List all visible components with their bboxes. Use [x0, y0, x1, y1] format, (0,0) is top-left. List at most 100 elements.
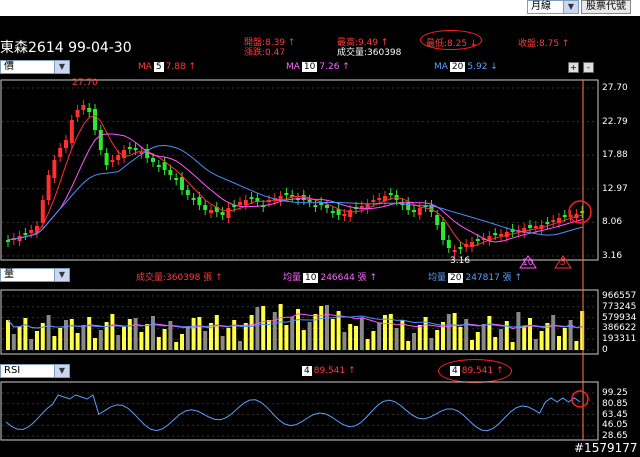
candle-body: [40, 200, 45, 223]
candle-body: [116, 155, 121, 160]
candle-body: [180, 177, 184, 190]
volume-bar: [6, 320, 10, 350]
volume-bar: [58, 328, 63, 350]
volume-axis-tick: 966557: [602, 291, 637, 301]
candle-body: [75, 110, 80, 117]
volume-bar: [52, 336, 57, 350]
price-axis-tick: 17.88: [602, 150, 628, 161]
volume-bar: [29, 339, 34, 350]
candle-body: [435, 215, 440, 225]
volume-bar: [470, 340, 474, 350]
volume-bar: [493, 337, 498, 350]
volume-bar: [214, 315, 219, 350]
candle-body: [46, 175, 51, 200]
volume-bar: [516, 312, 521, 350]
candle-body: [168, 170, 173, 175]
volume-bar: [93, 338, 97, 350]
volume-bar: [75, 333, 80, 350]
volume-bar: [203, 331, 208, 350]
volume-bar: [46, 315, 51, 350]
volume-bar: [162, 329, 167, 350]
volume-bar: [377, 323, 382, 350]
volume-bar: [255, 307, 260, 350]
candle-body: [226, 208, 231, 218]
volume-bar: [551, 315, 556, 350]
candlesticks: [6, 100, 585, 257]
rsi-axis-tick: 28.65: [602, 431, 628, 441]
candle-body: [284, 193, 289, 195]
volume-bar: [458, 327, 463, 350]
volume-bar: [151, 316, 155, 350]
volume-axis-tick: 773245: [602, 301, 637, 312]
candle-body: [458, 247, 463, 249]
volume-bar: [238, 341, 242, 350]
volume-bar: [325, 305, 329, 350]
volume-bar: [98, 330, 103, 350]
price-axis-tick: 12.97: [602, 183, 628, 194]
volume-bar: [185, 326, 190, 350]
volume-bar: [69, 319, 74, 350]
ma20-line: [7, 144, 583, 241]
volume-bar: [197, 317, 202, 350]
volume-bar: [127, 319, 132, 350]
rsi-highlight-circle: [571, 390, 589, 408]
volume-bar: [81, 325, 86, 350]
stock-chart[interactable]: [0, 0, 640, 457]
candle-body: [6, 240, 10, 242]
volume-bars: [6, 304, 585, 350]
volume-bar: [354, 326, 358, 350]
candle-body: [174, 178, 179, 180]
volume-bar: [452, 313, 457, 350]
candle-body: [98, 130, 103, 150]
volume-bar: [116, 335, 121, 350]
volume-bar: [307, 322, 312, 350]
candle-body: [104, 153, 109, 165]
candle-body: [452, 250, 457, 252]
candle-body: [249, 197, 254, 199]
candle-body: [64, 140, 68, 148]
volume-bar: [296, 309, 300, 350]
volume-bar: [528, 318, 532, 350]
volume-bar: [191, 318, 196, 350]
price-axis-tick: 3.16: [602, 251, 623, 261]
volume-axis-tick: 0: [602, 345, 608, 355]
volume-bar: [475, 332, 480, 350]
volume-bar: [510, 342, 515, 350]
candle-body: [533, 226, 538, 228]
volume-bar: [122, 327, 126, 350]
ma10-line: [7, 133, 583, 243]
volume-bar: [133, 318, 138, 350]
volume-bar: [481, 324, 486, 350]
volume-bar: [557, 336, 561, 350]
candle-body: [203, 205, 208, 210]
volume-bar: [539, 331, 544, 350]
candle-body: [151, 158, 155, 162]
candle-body: [238, 202, 242, 205]
marker-10-label: 10: [522, 258, 534, 268]
price-axis-tick: 22.79: [602, 116, 628, 127]
volume-bar: [348, 324, 353, 350]
volume-bar: [342, 332, 347, 350]
candle-body: [122, 150, 126, 158]
candle-body: [359, 206, 364, 208]
volume-bar: [429, 338, 434, 350]
marker-5-label: 5: [560, 258, 566, 268]
candle-body: [406, 202, 411, 210]
volume-bar: [290, 317, 295, 350]
candle-body: [388, 193, 393, 195]
volume-bar: [87, 317, 92, 350]
volume-bar: [365, 339, 370, 350]
candle-body: [127, 147, 132, 149]
volume-bar: [330, 319, 335, 350]
candle-body: [580, 211, 585, 213]
volume-bar: [499, 329, 503, 350]
candle-body: [197, 197, 202, 205]
candle-body: [110, 160, 115, 162]
volume-bar: [220, 336, 225, 350]
watermark: #1579177: [574, 441, 638, 455]
volume-bar: [562, 328, 567, 350]
candle-body: [185, 190, 190, 195]
candle-body: [52, 160, 57, 178]
volume-bar: [145, 324, 150, 350]
volume-bar: [383, 315, 387, 350]
